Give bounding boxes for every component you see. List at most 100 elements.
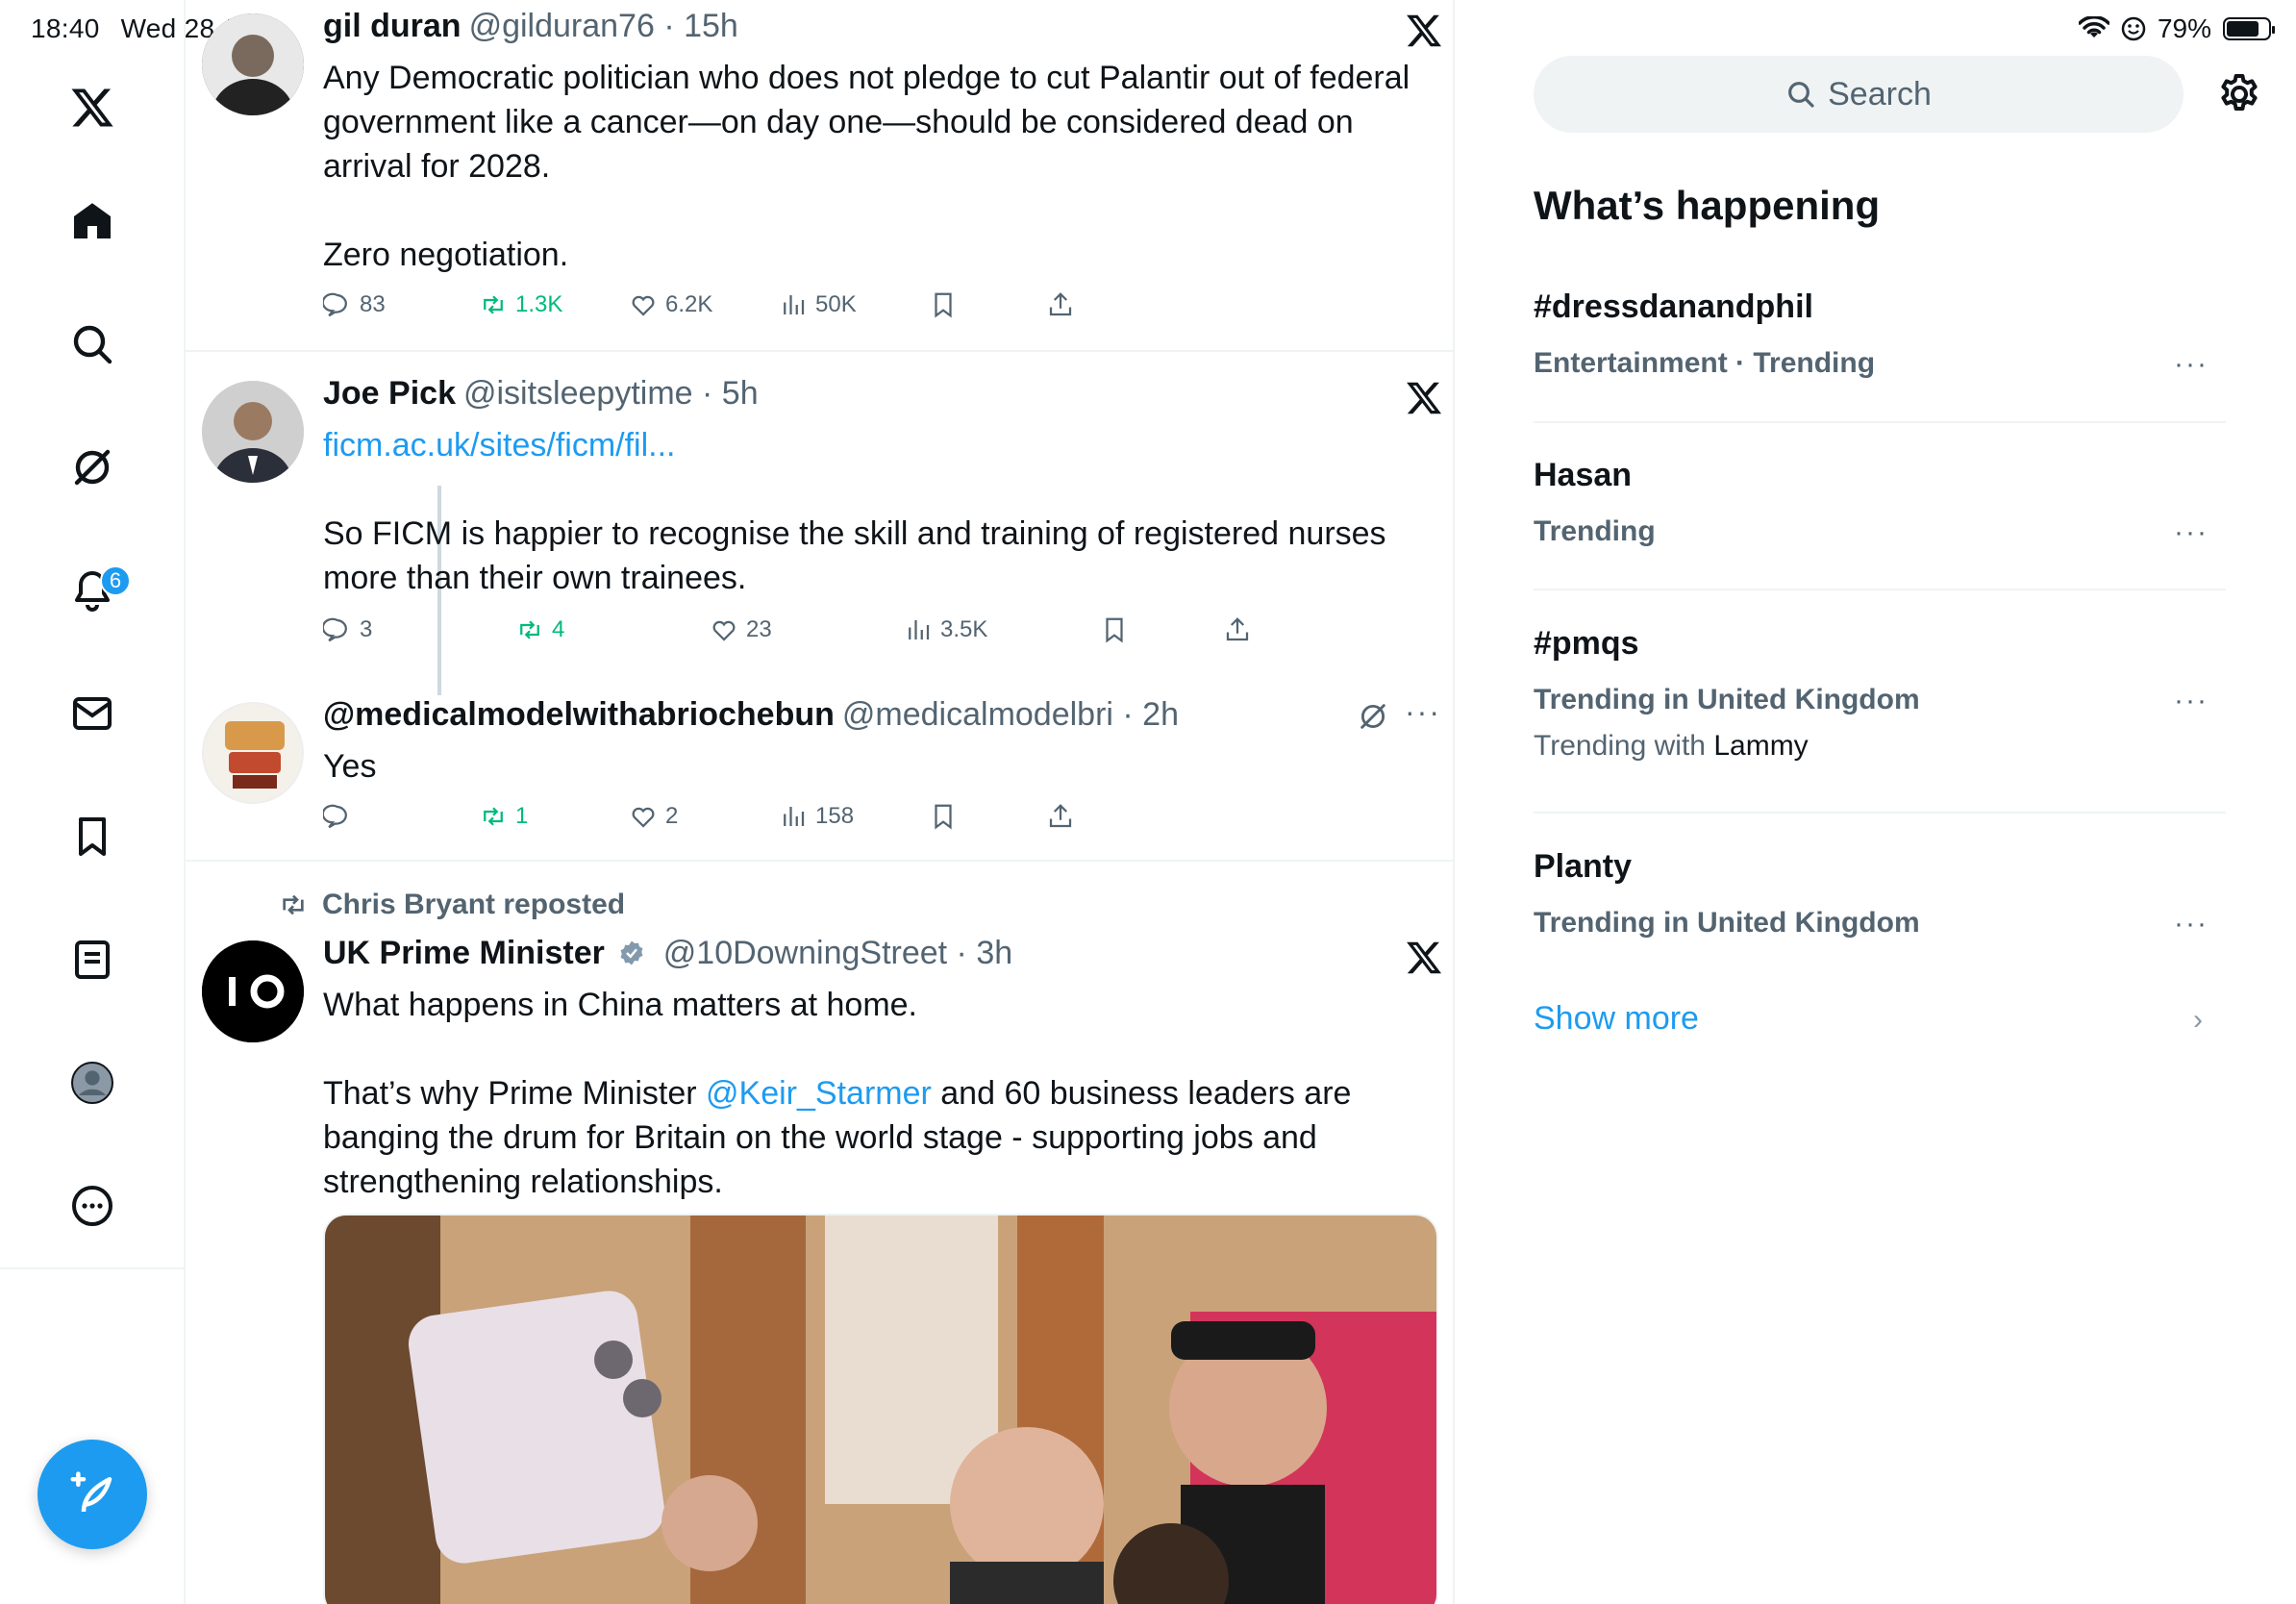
bookmarks-icon[interactable] bbox=[58, 802, 127, 871]
trend-meta: Trending in United Kingdom bbox=[1534, 684, 1920, 715]
trend-item[interactable]: Hasan Trending ··· bbox=[1534, 457, 2226, 548]
avatar[interactable] bbox=[202, 702, 304, 804]
views-button[interactable]: 3.5K bbox=[904, 615, 987, 644]
views-button[interactable]: 158 bbox=[779, 802, 854, 831]
tweet-text: Any Democratic politician who does not p… bbox=[323, 60, 1410, 273]
views-button[interactable]: 50K bbox=[779, 290, 857, 319]
notifications-bell-icon[interactable]: 6 bbox=[58, 556, 131, 625]
bookmark-icon bbox=[935, 804, 952, 830]
share-button[interactable] bbox=[1046, 802, 1075, 831]
trend-divider bbox=[1534, 589, 2226, 590]
repost-button[interactable]: 1 bbox=[479, 802, 528, 831]
reply-count: 83 bbox=[360, 291, 386, 317]
share-button[interactable] bbox=[1223, 615, 1252, 644]
trend-divider bbox=[1534, 812, 2226, 814]
like-button[interactable]: 6.2K bbox=[629, 290, 712, 319]
repost-button[interactable]: 4 bbox=[515, 615, 564, 644]
more-options-icon[interactable]: ··· bbox=[2174, 685, 2209, 717]
search-input[interactable]: Search bbox=[1534, 56, 2184, 133]
timeline: gil duran @gilduran76 · 15h Any Democrati… bbox=[186, 0, 1455, 1604]
view-count: 50K bbox=[815, 291, 857, 317]
tweet-actions: 1 2 158 bbox=[323, 802, 1429, 840]
repost-icon bbox=[484, 295, 503, 314]
right-sidebar: Search What’s happening #dressdanandphil… bbox=[1457, 0, 2296, 1604]
reply-icon bbox=[323, 804, 347, 829]
compose-post-button[interactable] bbox=[37, 1440, 147, 1549]
avatar[interactable] bbox=[202, 13, 304, 115]
home-icon[interactable] bbox=[58, 187, 127, 256]
tweet-joe-pick-thread[interactable]: Joe Pick @isitsleepytime · 5h ficm.ac.uk/… bbox=[186, 352, 1453, 862]
profile-avatar-icon[interactable] bbox=[58, 1048, 127, 1117]
author-name[interactable]: Joe Pick bbox=[323, 375, 456, 412]
notifications-badge: 6 bbox=[100, 565, 131, 596]
tweet-text-before: That’s why Prime Minister bbox=[323, 1075, 707, 1112]
repost-button[interactable]: 1.3K bbox=[479, 290, 562, 319]
bookmark-button[interactable] bbox=[929, 290, 958, 319]
reposted-by[interactable]: Chris Bryant reposted bbox=[322, 889, 625, 921]
heart-icon bbox=[632, 807, 655, 828]
x-logo-icon[interactable] bbox=[1405, 12, 1443, 50]
lists-icon[interactable] bbox=[58, 925, 127, 994]
x-logo-icon[interactable] bbox=[1405, 939, 1443, 977]
more-options-icon[interactable]: ··· bbox=[2174, 348, 2209, 381]
like-button[interactable]: 23 bbox=[710, 615, 772, 644]
verified-badge-icon bbox=[620, 940, 643, 965]
trend-title: #dressdanandphil bbox=[1534, 288, 1813, 325]
tweet-gil-duran[interactable]: gil duran @gilduran76 · 15h Any Democrati… bbox=[186, 0, 1453, 352]
views-chart-icon bbox=[784, 295, 805, 314]
view-count: 3.5K bbox=[940, 616, 988, 642]
like-count: 2 bbox=[665, 803, 679, 829]
bookmark-button[interactable] bbox=[1100, 615, 1129, 644]
view-count: 158 bbox=[815, 803, 855, 829]
bookmark-button[interactable] bbox=[929, 802, 958, 831]
trend-with-value: Lammy bbox=[1713, 730, 1809, 762]
trend-title: Hasan bbox=[1534, 457, 1633, 493]
show-more-link[interactable]: Show more bbox=[1534, 1000, 1699, 1038]
more-options-icon[interactable]: ··· bbox=[2174, 908, 2209, 940]
bookmark-icon bbox=[935, 292, 952, 318]
author-handle: @gilduran76 · 15h bbox=[468, 8, 738, 44]
reply-button[interactable]: 3 bbox=[323, 615, 372, 644]
more-options-icon[interactable]: ··· bbox=[2174, 516, 2209, 549]
trend-title: Planty bbox=[1534, 848, 1633, 885]
tweet-text-line1: What happens in China matters at home. bbox=[323, 987, 917, 1023]
author-name[interactable]: @medicalmodelwithabriochebun bbox=[323, 696, 835, 733]
tweet-text: So FICM is happier to recognise the skil… bbox=[323, 515, 1396, 596]
x-logo-icon[interactable] bbox=[58, 73, 127, 142]
avatar[interactable] bbox=[202, 940, 304, 1042]
avatar[interactable] bbox=[202, 381, 304, 483]
share-icon bbox=[1049, 292, 1072, 316]
share-button[interactable] bbox=[1046, 290, 1075, 319]
search-icon[interactable] bbox=[58, 310, 127, 379]
share-icon bbox=[1049, 804, 1072, 828]
x-logo-icon[interactable] bbox=[1405, 379, 1443, 417]
reply-button[interactable] bbox=[323, 802, 360, 831]
trend-item[interactable]: #dressdanandphil Entertainment · Trendin… bbox=[1534, 288, 2226, 380]
tweet-media-image[interactable] bbox=[323, 1214, 1438, 1604]
like-button[interactable]: 2 bbox=[629, 802, 678, 831]
more-options-icon[interactable] bbox=[58, 1171, 127, 1241]
compose-feather-icon bbox=[70, 1471, 112, 1513]
tweet-link[interactable]: ficm.ac.uk/sites/ficm/fil... bbox=[323, 423, 1419, 467]
trend-item[interactable]: Planty Trending in United Kingdom ··· bbox=[1534, 848, 2226, 940]
trend-with: Trending with Lammy bbox=[1534, 730, 2226, 763]
messages-envelope-icon[interactable] bbox=[58, 679, 127, 748]
like-count: 23 bbox=[746, 616, 772, 642]
reply-count: 3 bbox=[360, 616, 373, 642]
chevron-right-icon: › bbox=[2193, 1004, 2203, 1036]
gear-icon[interactable] bbox=[2216, 71, 2262, 117]
repost-count: 1.3K bbox=[515, 291, 563, 317]
grok-icon[interactable] bbox=[1357, 700, 1389, 733]
repost-icon bbox=[283, 894, 304, 915]
tweet-uk-prime-minister[interactable]: Chris Bryant reposted UK Prime Minister … bbox=[186, 862, 1453, 1604]
photo-selfie-image bbox=[325, 1216, 1436, 1604]
repost-context: Chris Bryant reposted bbox=[278, 889, 625, 921]
reply-button[interactable]: 83 bbox=[323, 290, 386, 319]
author-name[interactable]: UK Prime Minister bbox=[323, 935, 605, 971]
trend-item[interactable]: #pmqs Trending in United Kingdom Trendin… bbox=[1534, 625, 2226, 763]
more-options-icon[interactable]: ··· bbox=[1405, 694, 1441, 730]
mention-link[interactable]: @Keir_Starmer bbox=[706, 1075, 932, 1112]
author-name[interactable]: gil duran bbox=[323, 8, 462, 44]
repost-icon bbox=[520, 620, 539, 639]
grok-icon[interactable] bbox=[58, 433, 127, 502]
